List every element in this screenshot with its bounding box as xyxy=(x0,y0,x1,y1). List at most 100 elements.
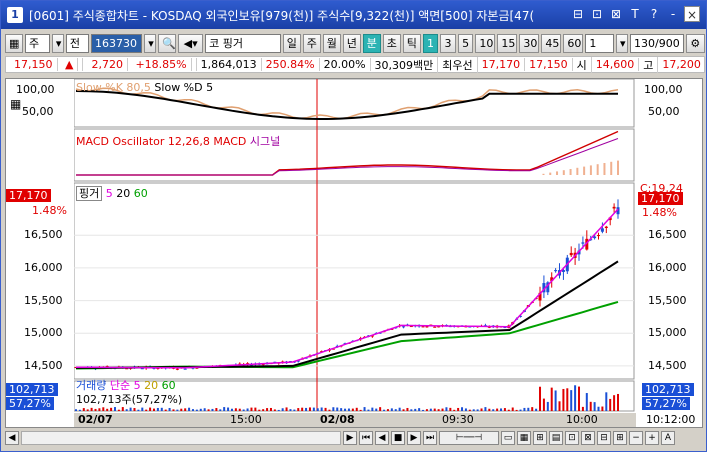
macd-bar xyxy=(617,160,619,175)
interval-15[interactable]: 15 xyxy=(497,33,518,53)
last-icon[interactable]: ⏭ xyxy=(423,431,437,445)
period-year[interactable]: 년 xyxy=(342,33,361,53)
period-tick[interactable]: 틱 xyxy=(402,33,421,53)
volume-bar xyxy=(550,387,553,411)
left-vol-tag: 102,713 xyxy=(6,383,58,396)
volume-bar xyxy=(386,409,389,411)
volume-bar xyxy=(414,408,417,411)
bid-label: 최우선 xyxy=(438,56,478,73)
volume-bar xyxy=(250,407,253,411)
high-value: 17,200 xyxy=(658,58,706,71)
left-price-tick: 16,500 xyxy=(24,228,63,242)
volume-bar xyxy=(398,407,401,411)
period-day[interactable]: 일 xyxy=(282,33,301,53)
interval-select[interactable]: 1 xyxy=(585,33,614,53)
volume-bar xyxy=(211,408,214,411)
horizontal-scrollbar[interactable] xyxy=(21,431,341,445)
grid-icon[interactable]: ▦ xyxy=(5,33,23,53)
font-size-icon[interactable]: A xyxy=(661,431,675,445)
font-icon[interactable]: T xyxy=(627,6,643,22)
volume-bar xyxy=(285,407,288,411)
interval-1[interactable]: 1 xyxy=(422,33,439,53)
volume-bar xyxy=(527,407,530,411)
zoom-in-icon[interactable]: + xyxy=(645,431,659,445)
period-week[interactable]: 주 xyxy=(302,33,321,53)
period-minute[interactable]: 분 xyxy=(362,33,381,53)
period-second[interactable]: 초 xyxy=(382,33,401,53)
volume-bar xyxy=(308,407,311,411)
code-dropdown[interactable]: ▾ xyxy=(144,33,157,53)
prev-icon[interactable]: ◀ xyxy=(375,431,389,445)
volume-bar xyxy=(223,407,226,411)
scroll-right-icon[interactable]: ▶ xyxy=(343,431,357,445)
stop-icon[interactable]: ■ xyxy=(391,431,405,445)
tool5-icon[interactable]: ⊡ xyxy=(565,431,579,445)
slow-rtick-100: 100,00 xyxy=(644,83,683,96)
tool6-icon[interactable]: ⊠ xyxy=(581,431,595,445)
volume-bar xyxy=(449,407,452,411)
close-icon[interactable]: × xyxy=(684,6,700,22)
candle-body xyxy=(581,242,585,244)
volume-bar xyxy=(488,408,491,411)
left-price-tick: 14,500 xyxy=(24,358,63,372)
market-select[interactable]: 주 xyxy=(25,33,50,53)
stock-name-field[interactable]: 코 핑거 xyxy=(205,33,281,53)
search-icon[interactable]: 🔍 xyxy=(158,33,177,53)
market-dropdown[interactable]: ▾ xyxy=(51,33,64,53)
interval-60[interactable]: 60 xyxy=(563,33,584,53)
zoom-slider-icon[interactable]: ⊢──⊣ xyxy=(439,431,499,445)
volume-bar xyxy=(203,408,206,411)
chart-area[interactable]: ▦ Slow %K 80,5 Slow %D 5 100,00 50,00 10… xyxy=(5,78,703,428)
zoom-out-icon[interactable]: − xyxy=(629,431,643,445)
help-icon[interactable]: ? xyxy=(646,6,662,22)
right-vol-tag: 102,713 xyxy=(642,383,694,396)
tool2-icon[interactable]: ▦ xyxy=(517,431,531,445)
candle-body xyxy=(402,326,406,328)
indicator-settings-icon[interactable]: ▦ xyxy=(10,97,21,111)
layout-icon[interactable]: ⊟ xyxy=(570,6,586,22)
price-legend: 핑거 5 20 60 xyxy=(76,185,148,201)
volume-bar xyxy=(484,407,487,411)
volume-bar xyxy=(379,407,382,411)
volume-bar xyxy=(609,398,612,411)
tool3-icon[interactable]: ⊞ xyxy=(533,431,547,445)
candle-body xyxy=(604,226,608,228)
volume-bar xyxy=(593,402,596,411)
interval-5[interactable]: 5 xyxy=(457,33,474,53)
settings-icon[interactable]: ⚙ xyxy=(685,33,705,53)
sound-icon[interactable]: ◀▾ xyxy=(178,33,204,53)
volume-bar xyxy=(457,407,460,411)
volume-value: 1,864,013 xyxy=(197,58,262,71)
range-field[interactable]: 130/900 xyxy=(630,33,684,53)
tool4-icon[interactable]: ▤ xyxy=(549,431,563,445)
code-input[interactable]: 163730 xyxy=(90,33,143,53)
restore-icon[interactable]: ⊡ xyxy=(589,6,605,22)
macd-bar xyxy=(576,167,579,175)
interval-30[interactable]: 30 xyxy=(519,33,540,53)
volume-bar xyxy=(293,409,296,411)
volume-bar xyxy=(515,409,518,411)
tile-icon[interactable]: ⊠ xyxy=(608,6,624,22)
volume-bar xyxy=(418,408,421,411)
type-select[interactable]: 전 xyxy=(65,33,89,53)
tool7-icon[interactable]: ⊟ xyxy=(597,431,611,445)
scroll-left-icon[interactable]: ◀ xyxy=(5,431,19,445)
minimize-icon[interactable]: - xyxy=(665,6,681,22)
period-month[interactable]: 월 xyxy=(322,33,341,53)
interval-dropdown[interactable]: ▾ xyxy=(616,33,628,53)
tool1-icon[interactable]: ▭ xyxy=(501,431,515,445)
interval-45[interactable]: 45 xyxy=(541,33,562,53)
volume-bar xyxy=(347,408,350,411)
next-icon[interactable]: ▶ xyxy=(407,431,421,445)
volume-bar xyxy=(258,409,261,411)
first-icon[interactable]: ⏮ xyxy=(359,431,373,445)
interval-3[interactable]: 3 xyxy=(440,33,456,53)
interval-10[interactable]: 10 xyxy=(475,33,496,53)
macd-name-label: MACD xyxy=(213,135,247,148)
volume-bar xyxy=(406,407,409,411)
volume-bar xyxy=(312,407,315,411)
title-bar[interactable]: 1 [0601] 주식종합차트 - KOSDAQ 외국인보유[979(천)] 주… xyxy=(1,1,706,29)
tool8-icon[interactable]: ⊞ xyxy=(613,431,627,445)
volume-bar xyxy=(149,407,152,411)
chart-svg[interactable] xyxy=(6,78,702,427)
